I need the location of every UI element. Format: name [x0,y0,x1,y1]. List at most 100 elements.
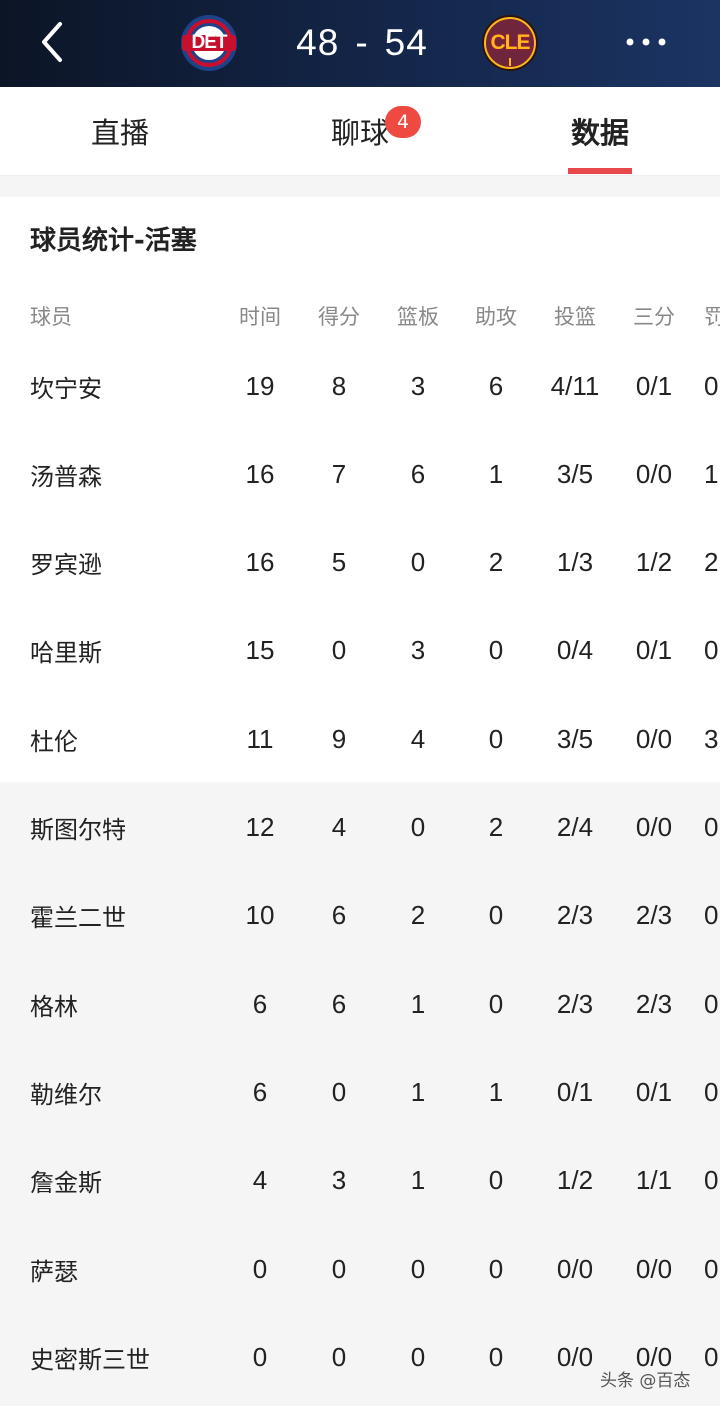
stat-min: 19 [245,370,275,401]
stat-3pt: 0/0 [635,1253,673,1284]
stat-min: 16 [245,547,275,578]
stat-pts: 7 [331,458,347,489]
stat-reb: 1 [410,1076,426,1107]
stat-ast: 0 [488,900,504,931]
stat-fg: 1/2 [556,1165,594,1196]
player-name: 萨瑟 [30,1257,78,1286]
score-display: 48 - 54 [272,14,452,72]
stat-ft: 0 [704,988,719,1019]
stat-pts: 0 [331,635,347,666]
table-row[interactable]: 坎宁安 19 8 3 6 4/11 0/1 0 [0,342,720,430]
stat-ft: 3 [704,723,719,754]
player-name: 汤普森 [30,462,102,491]
stat-ft: 1 [704,458,719,489]
more-options-button[interactable] [612,22,680,62]
stat-fg: 0/4 [556,635,594,666]
stat-min: 12 [245,812,275,842]
stat-fg: 2/3 [556,900,594,931]
active-tab-indicator [568,168,632,174]
stat-reb: 1 [410,988,426,1019]
table-row[interactable]: 詹金斯 4 3 1 0 1/2 1/1 0 [0,1137,720,1225]
stat-ft: 0 [704,900,719,931]
stat-pts: 4 [331,812,347,842]
table-row[interactable]: 斯图尔特 12 4 0 2 2/4 0/0 0 [0,784,720,872]
table-row[interactable]: 格林 6 6 1 0 2/3 2/3 0 [0,960,720,1048]
table-row[interactable]: 汤普森 16 7 6 1 3/5 0/0 1 [0,430,720,518]
stat-pts: 6 [331,988,347,1019]
stat-pts: 0 [331,1076,347,1107]
team-logo-cle[interactable]: CLE [481,14,539,72]
stat-ast: 0 [488,1341,504,1372]
table-row[interactable]: 萨瑟 0 0 0 0 0/0 0/0 0 [0,1225,720,1313]
stat-ft: 0 [704,370,719,401]
stat-min: 15 [245,635,275,666]
player-name: 詹金斯 [30,1169,102,1198]
stat-3pt: 0/1 [635,370,673,401]
stat-reb: 1 [410,1165,426,1196]
home-team-abbr: DET [191,32,228,53]
stat-pts: 8 [331,370,347,401]
stat-min: 16 [245,458,275,489]
stat-min: 6 [252,1076,268,1107]
stat-pts: 3 [331,1165,347,1196]
scoreboard-header: DET 48 - 54 CLE [0,0,720,87]
player-name: 斯图尔特 [30,816,126,844]
tab-stats[interactable]: 数据 [520,87,680,175]
chat-unread-badge: 4 [385,106,421,138]
stat-ft: 0 [704,1076,719,1107]
stat-pts: 0 [331,1253,347,1284]
back-button[interactable] [30,18,78,66]
away-score: 54 [384,22,428,63]
player-name: 格林 [30,992,78,1021]
stat-ast: 1 [488,458,504,489]
table-row[interactable]: 杜伦 11 9 4 0 3/5 0/0 3 [0,695,720,783]
stat-3pt: 1/1 [635,1165,673,1196]
stat-pts: 5 [331,547,347,578]
stat-reb: 4 [410,723,426,754]
stat-ft: 0 [704,1341,719,1372]
tab-live[interactable]: 直播 [40,87,200,175]
table-row[interactable]: 勒维尔 6 0 1 1 0/1 0/1 0 [0,1048,720,1136]
player-name: 霍兰二世 [30,904,126,933]
player-name: 哈里斯 [30,639,102,668]
stat-min: 0 [252,1253,268,1284]
stat-fg: 1/3 [556,547,594,578]
stat-3pt: 0/0 [635,458,673,489]
table-row[interactable]: 哈里斯 15 0 3 0 0/4 0/1 0 [0,607,720,695]
more-dots-icon [626,38,666,46]
stat-ast: 0 [488,988,504,1019]
score-separator: - [355,22,369,63]
stat-fg: 3/5 [556,458,594,489]
player-name: 史密斯三世 [30,1345,150,1374]
table-row[interactable]: 霍兰二世 10 6 2 0 2/3 2/3 0 [0,872,720,960]
stat-3pt: 0/1 [635,635,673,666]
tab-bar: 直播 聊球 数据 [0,87,720,176]
stat-reb: 3 [410,370,426,401]
table-row[interactable]: 罗宾逊 16 5 0 2 1/3 1/2 2 [0,519,720,607]
stat-ft: 0 [704,1165,719,1196]
stat-pts: 6 [331,900,347,931]
section-title: 球员统计-活塞 [30,226,197,256]
team-logo-det[interactable]: DET [180,14,238,72]
stat-ft: 0 [704,1253,719,1284]
stat-fg: 3/5 [556,723,594,754]
stat-ast: 0 [488,723,504,754]
stat-reb: 2 [410,900,426,931]
stat-ft: 0 [704,812,719,842]
stat-ast: 0 [488,1165,504,1196]
home-score: 48 [296,22,340,63]
stat-3pt: 1/2 [635,547,673,578]
stat-3pt: 2/3 [635,988,673,1019]
stat-reb: 0 [410,812,426,842]
stat-ast: 2 [488,547,504,578]
stat-fg: 4/11 [550,370,600,401]
stat-3pt: 0/0 [635,812,673,842]
stat-pts: 0 [331,1341,347,1372]
stat-ft: 0 [704,635,719,666]
player-name: 罗宾逊 [30,551,102,580]
stat-min: 4 [252,1165,268,1196]
stat-pts: 9 [331,723,347,754]
stat-fg: 2/3 [556,988,594,1019]
stat-3pt: 0/1 [635,1076,673,1107]
stat-reb: 0 [410,1341,426,1372]
